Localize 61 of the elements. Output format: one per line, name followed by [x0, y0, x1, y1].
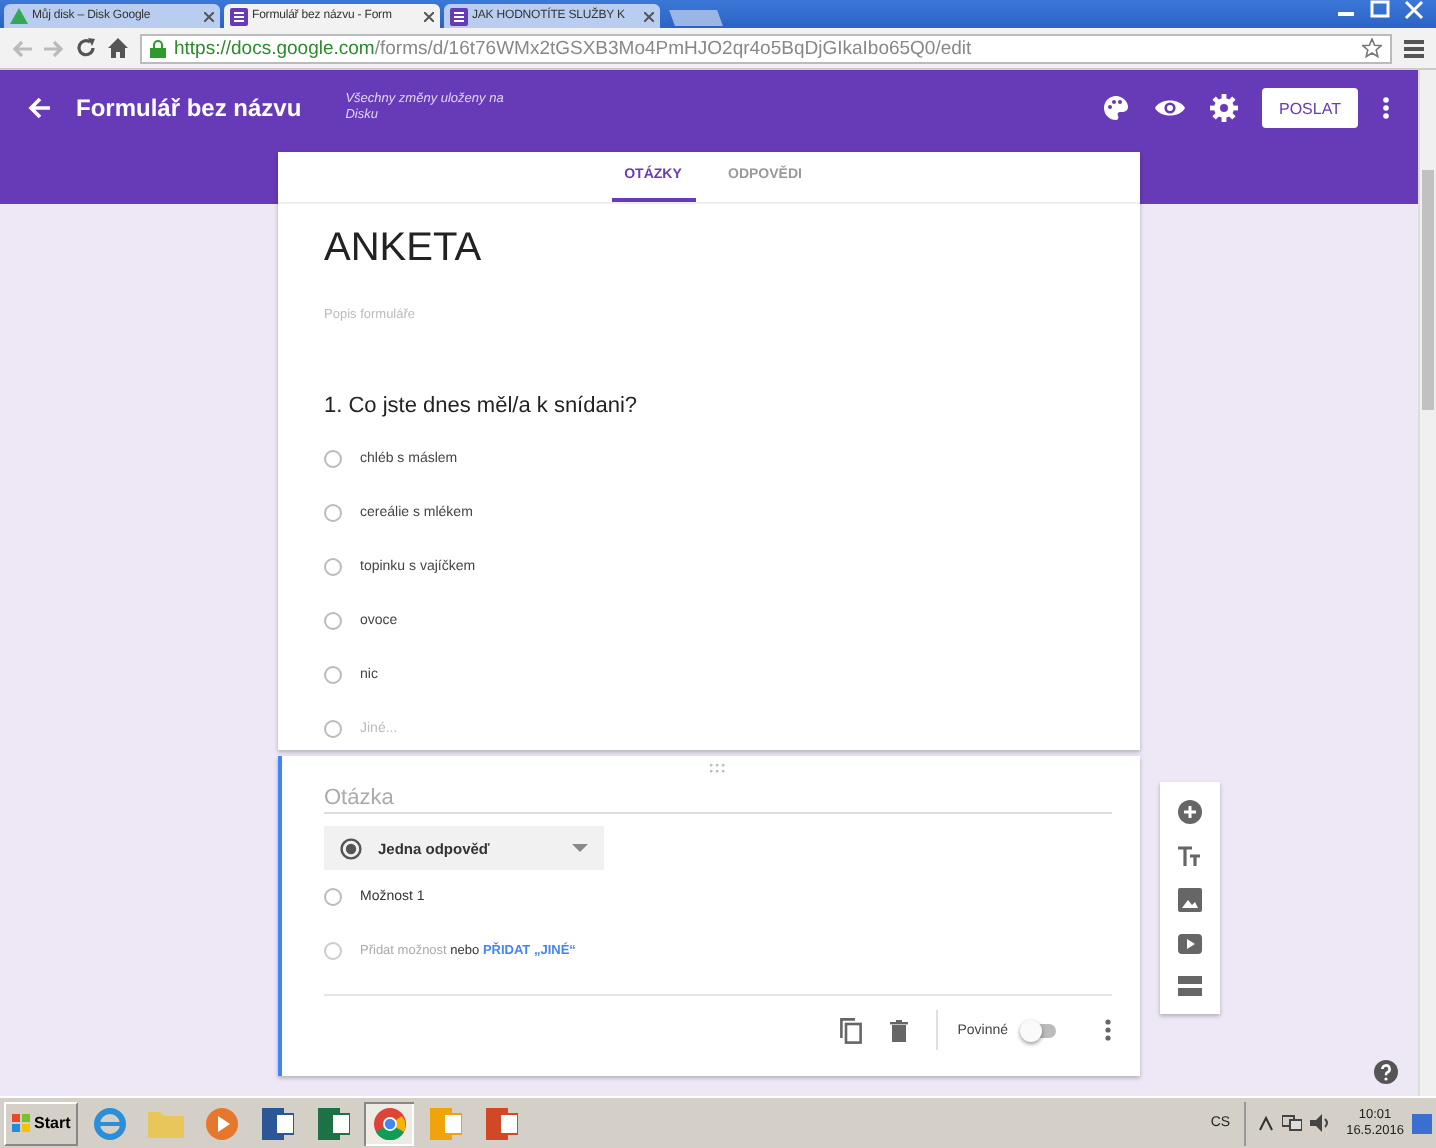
text-icon[interactable]: [1178, 846, 1202, 867]
speaker-icon[interactable]: [1310, 1114, 1331, 1132]
radio-button[interactable]: [324, 612, 342, 630]
show-desktop-button[interactable]: [1412, 1113, 1432, 1133]
copy-icon[interactable]: [839, 1017, 862, 1043]
address-bar[interactable]: https://docs.google.com/forms/d/16t76WMx2tGSXB3Mo4PmHJO2qr4o5BqDjGIkaIbo65Q0/edit: [140, 33, 1392, 63]
form-name[interactable]: Formulář bez názvu: [76, 94, 302, 122]
document-icon: [485, 1107, 518, 1139]
back-arrow-icon[interactable]: [28, 96, 52, 120]
play-icon: [205, 1107, 238, 1139]
more-icon[interactable]: [1382, 96, 1390, 120]
document-icon: [429, 1107, 462, 1139]
network-icon[interactable]: [1282, 1114, 1303, 1132]
start-button[interactable]: Start: [4, 1101, 79, 1145]
required-toggle[interactable]: [1024, 1023, 1056, 1037]
tray-icon[interactable]: [1258, 1115, 1275, 1131]
circle-icon: [373, 1107, 406, 1139]
lock-icon: [150, 39, 166, 57]
maximize-icon[interactable]: [1366, 0, 1394, 20]
scrollbar[interactable]: [1418, 70, 1436, 1096]
close-icon[interactable]: [644, 11, 654, 21]
circle-icon: [324, 942, 342, 960]
radio-button[interactable]: [324, 720, 342, 738]
triangle-icon: [10, 7, 28, 25]
document-icon: [317, 1107, 350, 1139]
settings-icon[interactable]: [1210, 94, 1238, 122]
help-icon[interactable]: [1374, 1060, 1398, 1084]
video-icon[interactable]: [1178, 933, 1202, 954]
radio-button[interactable]: [324, 504, 342, 522]
reload-icon[interactable]: [76, 38, 96, 58]
globe-icon: [93, 1107, 126, 1139]
form-icon: [230, 7, 248, 25]
radio-selected-icon: [340, 837, 362, 859]
drag-handle-icon[interactable]: [708, 764, 728, 774]
radio-button[interactable]: [324, 450, 342, 468]
radio-button[interactable]: [324, 558, 342, 576]
form-icon: [450, 7, 468, 25]
star-icon[interactable]: [1362, 38, 1382, 58]
form-title[interactable]: ANKETA: [324, 224, 1094, 272]
close-icon[interactable]: [1400, 0, 1428, 20]
close-icon[interactable]: [204, 11, 214, 21]
delete-icon[interactable]: [889, 1019, 908, 1041]
more-icon[interactable]: [1104, 1018, 1112, 1042]
radio-button[interactable]: [324, 888, 342, 906]
folder-icon: [147, 1108, 184, 1138]
home-icon[interactable]: [108, 38, 128, 58]
windows-logo-icon: [12, 1114, 30, 1132]
new-tab-button[interactable]: [669, 10, 723, 26]
radio-button[interactable]: [324, 666, 342, 684]
document-icon: [261, 1107, 294, 1139]
caret-icon: [572, 844, 588, 852]
close-icon[interactable]: [424, 11, 434, 21]
add-circle-icon[interactable]: [1178, 800, 1202, 825]
send-button[interactable]: POSLAT: [1262, 88, 1358, 128]
taskbar-app-button[interactable]: [364, 1101, 415, 1145]
palette-icon[interactable]: [1102, 94, 1130, 122]
menu-icon[interactable]: [1404, 38, 1424, 58]
question-title[interactable]: 1. Co jste dnes měl/a k snídani?: [324, 394, 1094, 418]
eye-icon[interactable]: [1154, 96, 1186, 120]
image-icon[interactable]: [1178, 887, 1202, 912]
section-icon[interactable]: [1178, 975, 1202, 996]
